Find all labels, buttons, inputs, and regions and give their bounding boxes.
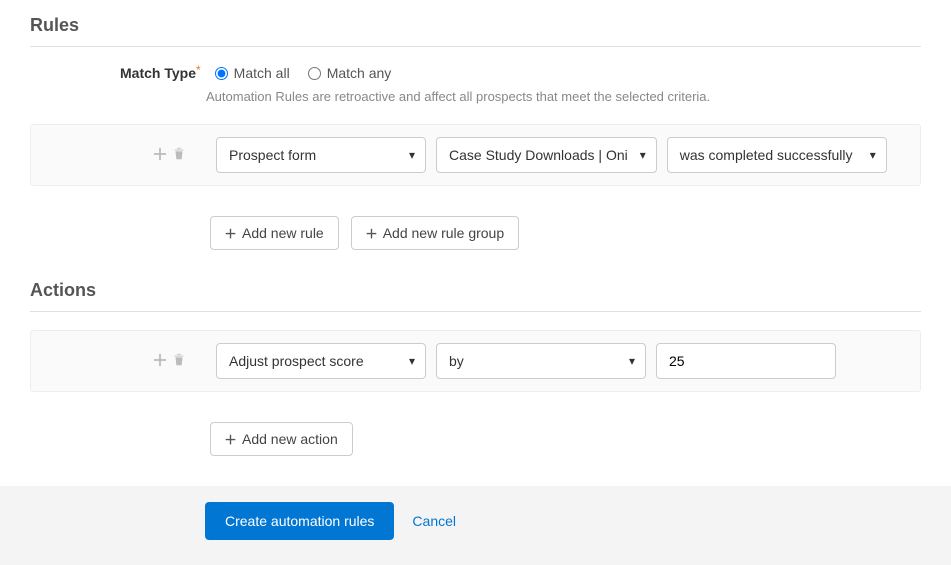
plus-icon [366, 228, 377, 239]
match-all-radio-input[interactable] [215, 67, 228, 80]
match-all-radio[interactable]: Match all [215, 65, 290, 81]
create-automation-rules-button[interactable]: Create automation rules [205, 502, 394, 540]
rule-row: Prospect form Case Study Downloads | Oni… [30, 124, 921, 186]
add-new-rule-button[interactable]: Add new rule [210, 216, 339, 250]
actions-section-title: Actions [30, 280, 921, 301]
action-type-select[interactable]: Adjust prospect score [216, 343, 426, 379]
rules-divider [30, 46, 921, 47]
match-any-radio[interactable]: Match any [308, 65, 392, 81]
footer-bar: Create automation rules Cancel [0, 486, 951, 565]
add-new-action-button[interactable]: Add new action [210, 422, 353, 456]
actions-divider [30, 311, 921, 312]
action-row: Adjust prospect score by [30, 330, 921, 392]
action-modifier-select[interactable]: by [436, 343, 646, 379]
match-all-label: Match all [234, 65, 290, 81]
match-type-label: Match Type* [120, 65, 201, 81]
plus-icon [225, 434, 236, 445]
rule-value-select[interactable]: Case Study Downloads | Oni [436, 137, 657, 173]
match-type-hint: Automation Rules are retroactive and aff… [206, 89, 921, 104]
plus-icon [225, 228, 236, 239]
cancel-link[interactable]: Cancel [412, 513, 456, 529]
action-value-input[interactable] [656, 343, 836, 379]
drag-icon[interactable] [153, 147, 167, 164]
rules-section-title: Rules [30, 15, 921, 36]
match-any-label: Match any [327, 65, 392, 81]
trash-icon[interactable] [172, 353, 186, 370]
add-new-rule-group-button[interactable]: Add new rule group [351, 216, 519, 250]
trash-icon[interactable] [172, 147, 186, 164]
match-any-radio-input[interactable] [308, 67, 321, 80]
drag-icon[interactable] [153, 353, 167, 370]
rule-field-select[interactable]: Prospect form [216, 137, 426, 173]
action-row-icons [71, 353, 186, 370]
rule-operator-select[interactable]: was completed successfully [667, 137, 887, 173]
rule-row-icons [71, 147, 186, 164]
